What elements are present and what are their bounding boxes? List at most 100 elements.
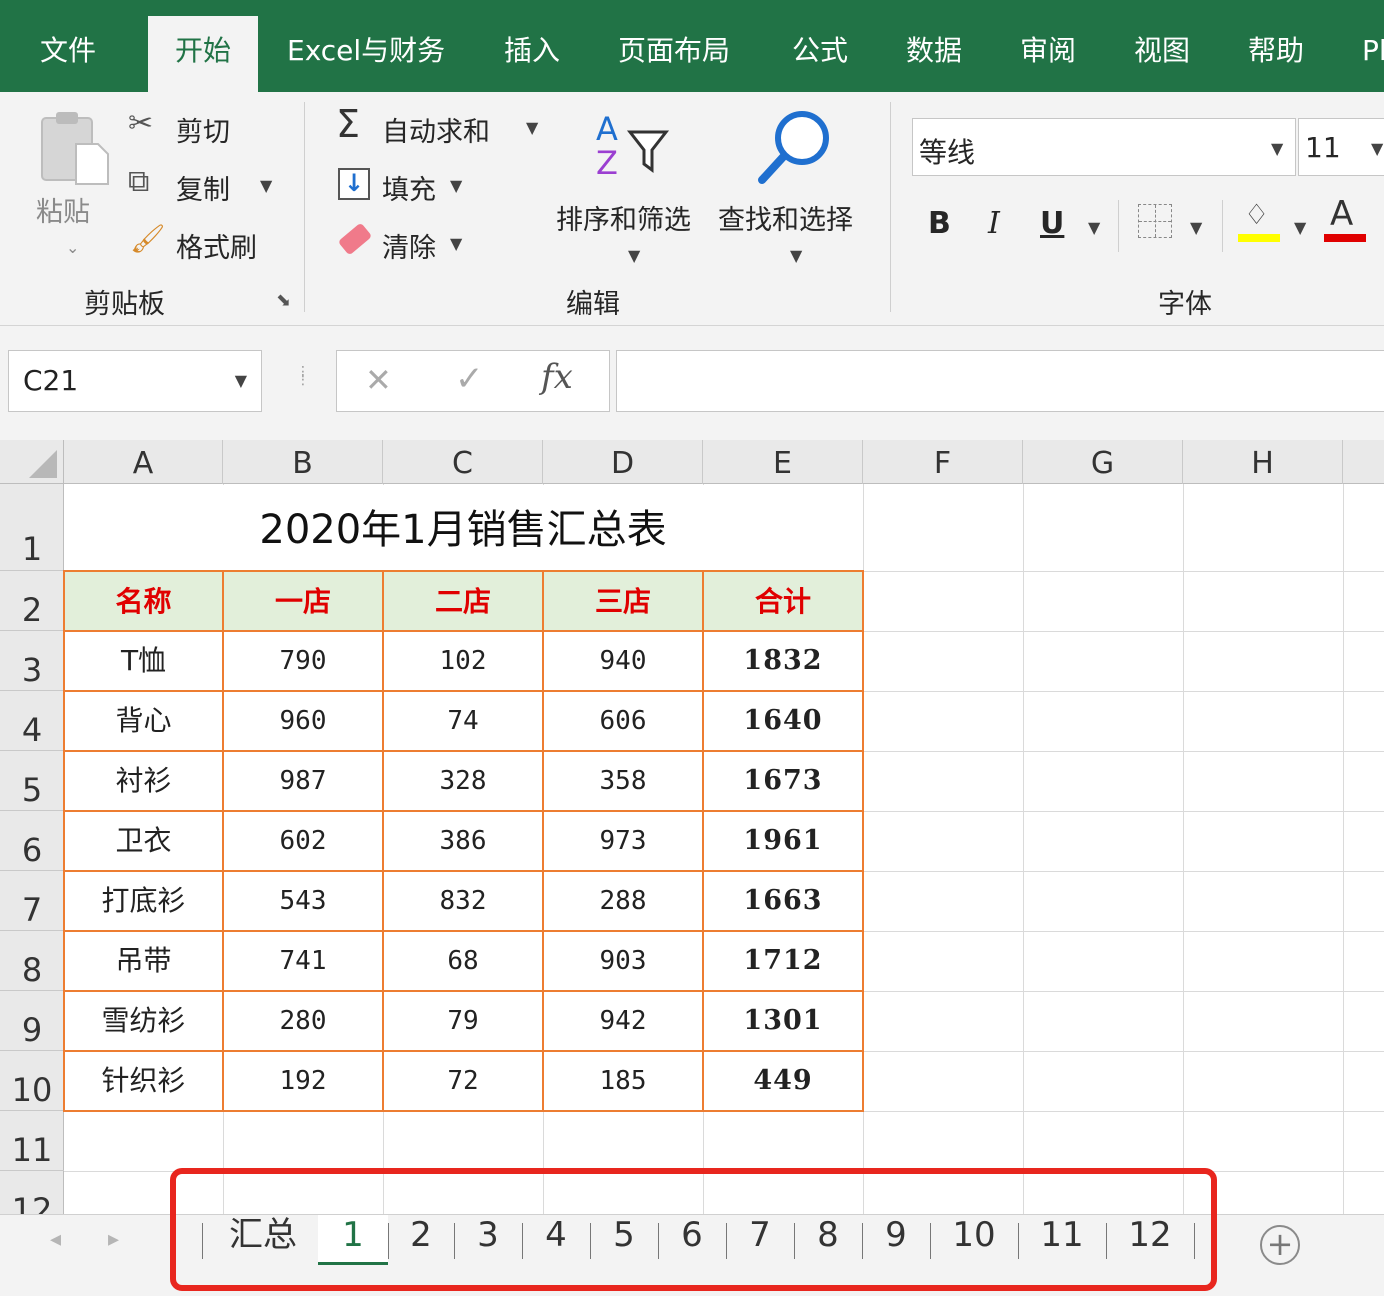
clipboard-launcher-icon[interactable]: ⬊ (276, 290, 291, 311)
row-header-2[interactable]: 2 (0, 571, 64, 631)
table-cell-total[interactable]: 1640 (703, 691, 863, 751)
paste-dropdown-icon[interactable]: ⌄ (66, 238, 79, 257)
table-cell-total[interactable]: 449 (703, 1051, 863, 1111)
column-header-e[interactable]: E (703, 440, 863, 484)
row-header-12[interactable]: 12 (0, 1171, 64, 1214)
tab-page-layout[interactable]: 页面布局 (618, 16, 730, 92)
font-name-dropdown-icon[interactable]: ▼ (1271, 139, 1283, 158)
name-box[interactable]: C21 ▼ (8, 350, 262, 412)
borders-button[interactable] (1138, 204, 1172, 238)
tab-formulas[interactable]: 公式 (792, 16, 848, 92)
table-cell[interactable]: 192 (223, 1051, 383, 1111)
table-cell[interactable]: T恤 (64, 631, 223, 691)
table-cell[interactable]: 72 (383, 1051, 543, 1111)
font-color-button[interactable]: A (1324, 194, 1368, 244)
column-header-f[interactable]: F (863, 440, 1023, 484)
copy-dropdown-icon[interactable]: ▼ (260, 176, 272, 195)
table-cell[interactable]: 358 (543, 751, 703, 811)
sheet-tab-7[interactable]: 7 (726, 1215, 794, 1265)
tab-data[interactable]: 数据 (906, 16, 962, 92)
sort-filter-dropdown-icon[interactable]: ▼ (628, 246, 640, 265)
table-cell[interactable]: 602 (223, 811, 383, 871)
sheet-tab-10[interactable]: 10 (930, 1215, 1018, 1265)
table-cell[interactable]: 102 (383, 631, 543, 691)
table-cell[interactable]: 68 (383, 931, 543, 991)
tab-home[interactable]: 开始 (148, 16, 258, 92)
fill-color-button[interactable]: ♢ (1238, 198, 1282, 244)
bold-button[interactable]: B (928, 206, 951, 241)
table-cell[interactable]: 74 (383, 691, 543, 751)
underline-dropdown-icon[interactable]: ▼ (1088, 218, 1100, 237)
table-cell[interactable]: 543 (223, 871, 383, 931)
table-cell-total[interactable]: 1301 (703, 991, 863, 1051)
sheet-tab-summary[interactable]: 汇总 (208, 1215, 318, 1265)
table-cell[interactable]: 328 (383, 751, 543, 811)
table-cell[interactable]: 185 (543, 1051, 703, 1111)
table-cell-total[interactable]: 1832 (703, 631, 863, 691)
table-title[interactable]: 2020年1月销售汇总表 (64, 484, 862, 571)
autosum-button[interactable]: Σ 自动求和 ▼ (336, 102, 546, 150)
italic-button[interactable]: I (988, 206, 1000, 241)
table-cell[interactable]: 288 (543, 871, 703, 931)
sort-filter-button[interactable]: A Z 排序和筛选 ▼ (552, 106, 712, 266)
column-header-a[interactable]: A (64, 440, 223, 484)
table-cell[interactable]: 606 (543, 691, 703, 751)
fill-color-dropdown-icon[interactable]: ▼ (1294, 218, 1306, 237)
tab-review[interactable]: 审阅 (1020, 16, 1076, 92)
column-header-h[interactable]: H (1183, 440, 1343, 484)
row-header-8[interactable]: 8 (0, 931, 64, 991)
name-box-dropdown-icon[interactable]: ▼ (235, 351, 247, 411)
table-cell[interactable]: 衬衫 (64, 751, 223, 811)
font-size-dropdown-icon[interactable]: ▼ (1371, 139, 1383, 158)
tab-excel-finance[interactable]: Excel与财务 (287, 16, 445, 92)
sheet-tab-5[interactable]: 5 (590, 1215, 658, 1265)
table-cell[interactable]: 386 (383, 811, 543, 871)
sheet-tab-8[interactable]: 8 (794, 1215, 862, 1265)
insert-function-icon[interactable]: fx (541, 357, 573, 397)
column-header-b[interactable]: B (223, 440, 383, 484)
scroll-tabs-right-icon[interactable]: ▸ (108, 1227, 119, 1252)
header-cell-name[interactable]: 名称 (64, 571, 223, 631)
add-sheet-icon[interactable]: + (1260, 1225, 1300, 1265)
row-header-11[interactable]: 11 (0, 1111, 64, 1171)
table-cell[interactable]: 280 (223, 991, 383, 1051)
sheet-tab-12[interactable]: 12 (1106, 1215, 1194, 1265)
sheet-tab-1[interactable]: 1 (318, 1215, 388, 1265)
sheet-tab-2[interactable]: 2 (388, 1215, 454, 1265)
formula-input[interactable] (616, 350, 1384, 412)
autosum-dropdown-icon[interactable]: ▼ (526, 118, 538, 137)
table-cell[interactable]: 987 (223, 751, 383, 811)
table-cell[interactable]: 吊带 (64, 931, 223, 991)
font-name-select[interactable]: 等线 ▼ (912, 118, 1296, 176)
table-cell[interactable]: 针织衫 (64, 1051, 223, 1111)
find-select-button[interactable]: 查找和选择 ▼ (714, 106, 874, 266)
table-cell[interactable]: 940 (543, 631, 703, 691)
table-cell[interactable]: 打底衫 (64, 871, 223, 931)
table-cell[interactable]: 雪纺衫 (64, 991, 223, 1051)
row-header-6[interactable]: 6 (0, 811, 64, 871)
header-cell-store3[interactable]: 三店 (543, 571, 703, 631)
tab-file[interactable]: 文件 (40, 16, 96, 92)
row-header-3[interactable]: 3 (0, 631, 64, 691)
table-cell-total[interactable]: 1663 (703, 871, 863, 931)
column-header-g[interactable]: G (1023, 440, 1183, 484)
header-cell-total[interactable]: 合计 (703, 571, 863, 631)
borders-dropdown-icon[interactable]: ▼ (1190, 218, 1202, 237)
table-cell[interactable]: 973 (543, 811, 703, 871)
fill-button[interactable]: ↓ 填充 ▼ (336, 164, 476, 208)
row-header-1[interactable]: 1 (0, 484, 64, 571)
cancel-icon[interactable]: ✕ (365, 361, 392, 399)
sheet-tab-11[interactable]: 11 (1018, 1215, 1106, 1265)
table-cell-total[interactable]: 1961 (703, 811, 863, 871)
format-painter-button[interactable]: 🖌 格式刷 (128, 222, 288, 266)
table-cell[interactable]: 79 (383, 991, 543, 1051)
table-cell-total[interactable]: 1712 (703, 931, 863, 991)
header-cell-store2[interactable]: 二店 (383, 571, 543, 631)
cut-button[interactable]: ✂ 剪切 (128, 106, 278, 150)
row-header-5[interactable]: 5 (0, 751, 64, 811)
tab-insert[interactable]: 插入 (504, 16, 560, 92)
fill-dropdown-icon[interactable]: ▼ (450, 176, 462, 195)
sheet-tab-6[interactable]: 6 (658, 1215, 726, 1265)
table-cell[interactable]: 卫衣 (64, 811, 223, 871)
table-cell[interactable]: 903 (543, 931, 703, 991)
